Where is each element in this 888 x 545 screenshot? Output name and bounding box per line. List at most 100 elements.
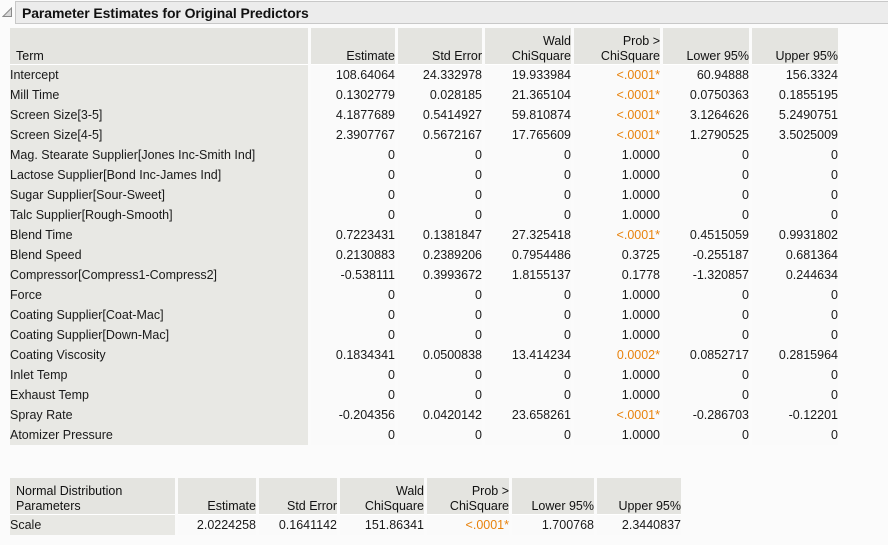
cell-term: Coating Viscosity (10, 345, 308, 365)
cell-wald: 0 (485, 385, 571, 405)
dist-column-header-wald-chisquare[interactable]: Wald ChiSquare (340, 478, 424, 514)
dist-column-header-lower-95[interactable]: Lower 95% (512, 478, 594, 514)
dist-column-header-std-error[interactable]: Std Error (259, 478, 337, 514)
table-row[interactable]: Mill Time0.13027790.02818521.365104<.000… (10, 85, 838, 105)
table-row[interactable]: Spray Rate-0.2043560.042014223.658261<.0… (10, 405, 838, 425)
cell-upper: 0.1855195 (752, 85, 838, 105)
column-header-upper-95[interactable]: Upper 95% (752, 28, 838, 64)
column-header-prob-chisquare[interactable]: Prob > ChiSquare (574, 28, 660, 64)
table-row[interactable]: Force0001.000000 (10, 285, 838, 305)
column-header-upper-95-line2: Upper 95% (752, 49, 838, 64)
cell-lower: 3.1264626 (663, 105, 749, 125)
cell-stderr: 0.1381847 (398, 225, 482, 245)
cell-lower: 0 (663, 285, 749, 305)
column-header-params-line1: Normal Distribution (16, 484, 173, 499)
table-row[interactable]: Coating Viscosity0.18343410.050083813.41… (10, 345, 838, 365)
dist-table-row[interactable]: Scale2.02242580.1641142151.86341<.0001*1… (10, 514, 681, 535)
column-header-term[interactable]: Term (10, 28, 308, 64)
cell-wald: 151.86341 (340, 514, 424, 535)
cell-upper: -0.12201 (752, 405, 838, 425)
cell-estimate: 0.1302779 (311, 85, 395, 105)
table-row[interactable]: Coating Supplier[Coat-Mac]0001.000000 (10, 305, 838, 325)
cell-prob: 1.0000 (574, 165, 660, 185)
column-header-normal-distribution-parameters[interactable]: Normal Distribution Parameters (10, 478, 175, 514)
cell-term: Screen Size[3-5] (10, 105, 308, 125)
dist-column-header-upper-95[interactable]: Upper 95% (597, 478, 681, 514)
cell-lower: -0.255187 (663, 245, 749, 265)
parameter-estimates-table-container: Term Estimate Std Error Wald (10, 28, 838, 445)
column-header-wald-chisquare[interactable]: Wald ChiSquare (485, 28, 571, 64)
cell-prob: <.0001* (574, 125, 660, 145)
cell-parameter: Scale (10, 514, 175, 535)
cell-stderr: 0 (398, 185, 482, 205)
cell-wald: 21.365104 (485, 85, 571, 105)
outline-header: Parameter Estimates for Original Predict… (0, 0, 888, 25)
table-row[interactable]: Exhaust Temp0001.000000 (10, 385, 838, 405)
cell-estimate: 0 (311, 205, 395, 225)
cell-term: Sugar Supplier[Sour-Sweet] (10, 185, 308, 205)
cell-stderr: 0 (398, 285, 482, 305)
cell-estimate: 0 (311, 425, 395, 445)
normal-distribution-parameters-table: Normal Distribution Parameters Estimate … (10, 478, 681, 535)
dist-column-header-estimate[interactable]: Estimate (178, 478, 256, 514)
cell-term: Mag. Stearate Supplier[Jones Inc-Smith I… (10, 145, 308, 165)
cell-term: Intercept (10, 64, 308, 85)
column-header-std-error-line2: Std Error (398, 49, 482, 64)
cell-wald: 0 (485, 305, 571, 325)
cell-upper: 0 (752, 205, 838, 225)
cell-upper: 0 (752, 365, 838, 385)
cell-lower: 60.94888 (663, 64, 749, 85)
cell-prob: 0.0002* (574, 345, 660, 365)
table-row[interactable]: Coating Supplier[Down-Mac]0001.000000 (10, 325, 838, 345)
cell-upper: 3.5025009 (752, 125, 838, 145)
cell-stderr: 0 (398, 325, 482, 345)
table-row[interactable]: Screen Size[3-5]4.18776890.541492759.810… (10, 105, 838, 125)
table-row[interactable]: Compressor[Compress1-Compress2]-0.538111… (10, 265, 838, 285)
table-row[interactable]: Inlet Temp0001.000000 (10, 365, 838, 385)
dist-column-header-prob-chisquare[interactable]: Prob > ChiSquare (427, 478, 509, 514)
cell-stderr: 0.1641142 (259, 514, 337, 535)
table-row[interactable]: Blend Speed0.21308830.23892060.79544860.… (10, 245, 838, 265)
cell-lower: 0 (663, 205, 749, 225)
cell-estimate: 0 (311, 385, 395, 405)
table-row[interactable]: Intercept108.6406424.33297819.933984<.00… (10, 64, 838, 85)
dist-column-header-upper-95-line2: Upper 95% (597, 499, 681, 514)
dist-column-header-lower-95-line2: Lower 95% (512, 499, 594, 514)
cell-upper: 0 (752, 425, 838, 445)
cell-lower: 0.4515059 (663, 225, 749, 245)
cell-estimate: 2.3907767 (311, 125, 395, 145)
table-row[interactable]: Blend Time0.72234310.138184727.325418<.0… (10, 225, 838, 245)
cell-term: Coating Supplier[Coat-Mac] (10, 305, 308, 325)
cell-prob: 1.0000 (574, 385, 660, 405)
cell-prob: 0.3725 (574, 245, 660, 265)
parameter-estimates-table: Term Estimate Std Error Wald (10, 28, 838, 445)
dist-column-header-prob-chisquare-line1: Prob > (427, 484, 509, 499)
cell-estimate: 0.7223431 (311, 225, 395, 245)
table-row[interactable]: Atomizer Pressure0001.000000 (10, 425, 838, 445)
cell-prob: <.0001* (574, 105, 660, 125)
cell-term: Blend Speed (10, 245, 308, 265)
table-row[interactable]: Sugar Supplier[Sour-Sweet]0001.000000 (10, 185, 838, 205)
triangle-collapse-icon[interactable] (0, 0, 15, 25)
column-header-std-error[interactable]: Std Error (398, 28, 482, 64)
column-header-estimate[interactable]: Estimate (311, 28, 395, 64)
cell-wald: 0 (485, 285, 571, 305)
column-header-term-line2: Term (16, 49, 306, 64)
cell-estimate: 0.2130883 (311, 245, 395, 265)
cell-upper: 2.3440837 (597, 514, 681, 535)
table-row[interactable]: Lactose Supplier[Bond Inc-James Ind]0001… (10, 165, 838, 185)
cell-upper: 0 (752, 185, 838, 205)
cell-wald: 0 (485, 325, 571, 345)
cell-wald: 27.325418 (485, 225, 571, 245)
table-row[interactable]: Mag. Stearate Supplier[Jones Inc-Smith I… (10, 145, 838, 165)
table-row[interactable]: Screen Size[4-5]2.39077670.567216717.765… (10, 125, 838, 145)
cell-term: Coating Supplier[Down-Mac] (10, 325, 308, 345)
cell-lower: 0 (663, 365, 749, 385)
cell-upper: 0 (752, 285, 838, 305)
cell-upper: 0.681364 (752, 245, 838, 265)
column-header-lower-95[interactable]: Lower 95% (663, 28, 749, 64)
cell-estimate: 0 (311, 285, 395, 305)
cell-stderr: 0 (398, 205, 482, 225)
table-row[interactable]: Talc Supplier[Rough-Smooth]0001.000000 (10, 205, 838, 225)
cell-stderr: 0.0500838 (398, 345, 482, 365)
